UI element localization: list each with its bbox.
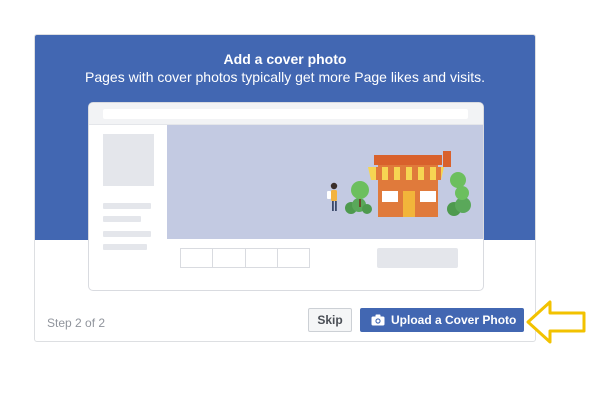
- preview-text-line: [103, 231, 151, 237]
- camera-icon: [371, 314, 385, 326]
- skip-button[interactable]: Skip: [308, 308, 352, 332]
- dialog-title: Add a cover photo: [223, 51, 347, 67]
- step-indicator: Step 2 of 2: [47, 316, 106, 330]
- preview-tab: [246, 249, 278, 267]
- storefront-illustration: [327, 151, 471, 217]
- page-canvas: Add a cover photo Pages with cover photo…: [0, 0, 602, 404]
- preview-tab: [213, 249, 246, 267]
- upload-cover-photo-button[interactable]: Upload a Cover Photo: [360, 308, 524, 332]
- preview-text-line: [103, 203, 151, 209]
- left-arrow-icon: [526, 300, 586, 344]
- preview-profile-picture: [103, 134, 154, 186]
- preview-tab: [181, 249, 214, 267]
- preview-cover-photo: [167, 125, 483, 239]
- dialog-subtitle: Pages with cover photos typically get mo…: [85, 69, 485, 85]
- preview-text-line: [103, 216, 141, 222]
- page-preview-illustration: [88, 102, 484, 291]
- preview-tab: [278, 249, 309, 267]
- preview-action-row: [167, 239, 483, 279]
- add-cover-photo-dialog: Add a cover photo Pages with cover photo…: [34, 34, 536, 342]
- preview-cta-button: [377, 248, 458, 268]
- preview-tab-buttons: [180, 248, 310, 268]
- preview-address-bar: [103, 109, 468, 119]
- preview-browser-bar: [89, 103, 483, 125]
- preview-text-line: [103, 244, 147, 250]
- upload-button-label: Upload a Cover Photo: [391, 313, 517, 327]
